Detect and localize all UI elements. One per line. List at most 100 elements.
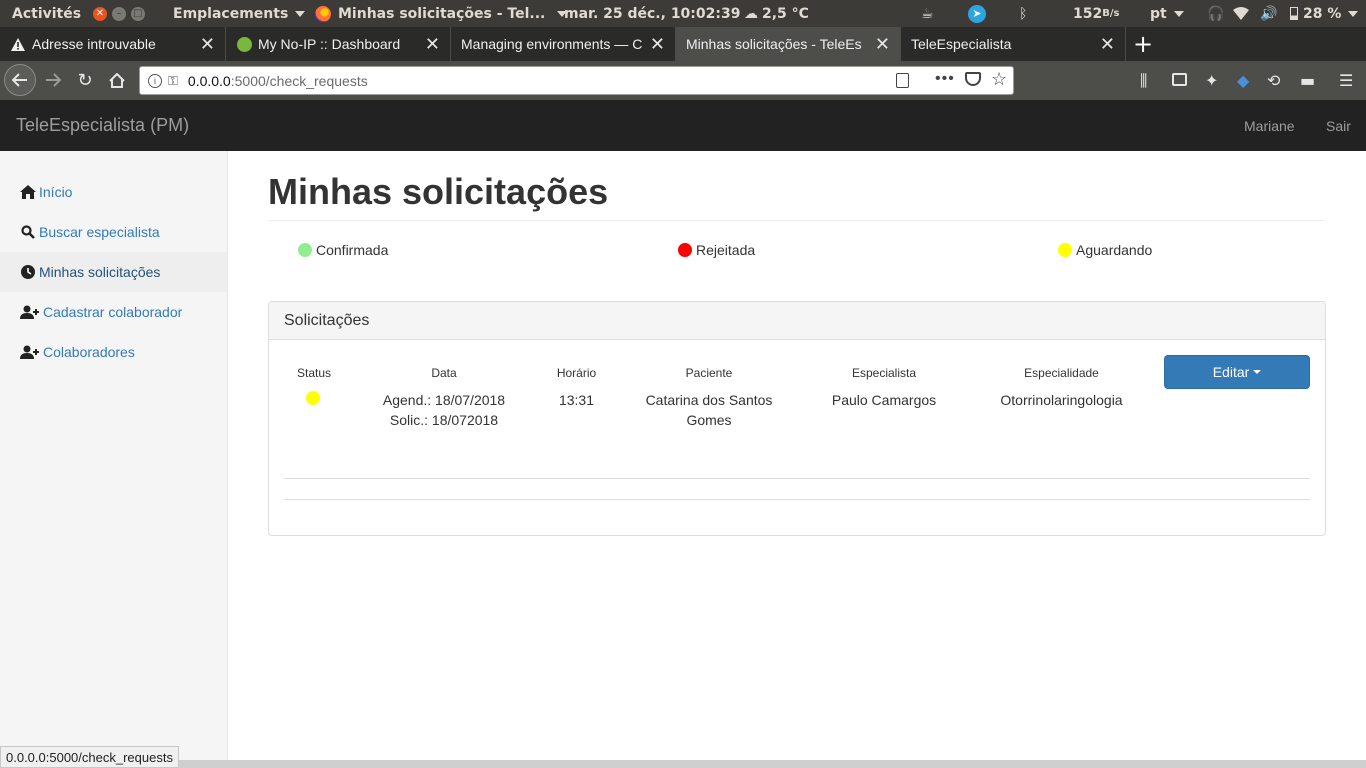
brand-link[interactable]: TeleEspecialista (PM) (16, 100, 189, 151)
sidebar-item-cadastrar-colaborador[interactable]: Cadastrar colaborador (0, 292, 227, 332)
new-tab-icon[interactable]: + (1126, 27, 1160, 61)
page-actions-icon[interactable]: ••• (935, 70, 955, 88)
legend-label: Rejeitada (696, 242, 756, 258)
bookmark-star-icon[interactable]: ☆ (991, 69, 1007, 90)
sidebar-item-colaboradores[interactable]: Colaboradores (0, 332, 227, 372)
patient-name: Catarina dos Santos Gomes (629, 390, 789, 430)
info-icon[interactable]: i (148, 73, 162, 88)
extension-shield-icon[interactable]: ◆ (1237, 71, 1249, 90)
tab-teleespecialista[interactable]: TeleEspecialista ✕ (901, 27, 1126, 61)
screenshot-icon[interactable]: ▬ (1300, 71, 1315, 90)
back-arrow-icon[interactable] (4, 64, 36, 96)
url-bar[interactable]: i ⚿ 0.0.0.0:5000/check_requests ••• ☆ (139, 66, 1014, 95)
telegram-icon[interactable]: ➤ (968, 0, 986, 27)
clock[interactable]: mar. 25 déc., 10:02:39 (564, 0, 740, 27)
tab-managing-environments[interactable]: Managing environments — C ✕ (451, 27, 676, 61)
weather-indicator[interactable]: ☁ 2,5 °C (744, 0, 809, 27)
coffee-icon[interactable]: ☕ (921, 0, 934, 27)
logout-link[interactable]: Sair (1326, 100, 1351, 151)
edit-button-label: Editar (1212, 364, 1250, 380)
patient-name-line2: Gomes (686, 412, 732, 428)
close-icon[interactable]: ✕ (425, 34, 440, 55)
reload-icon[interactable]: ↻ (70, 65, 100, 95)
tab-label: TeleEspecialista (911, 36, 1012, 52)
scheduled-date: Agend.: 18/07/2018 (382, 392, 506, 408)
battery-percent: 28 % (1303, 5, 1342, 22)
column-header-status: Status (296, 366, 332, 380)
table-divider (284, 478, 1310, 479)
window-close-icon[interactable]: ✕ (93, 6, 107, 21)
url-text[interactable]: 0.0.0.0:5000/check_requests (188, 73, 368, 89)
sidebar-item-inicio[interactable]: Início (0, 172, 227, 212)
requests-panel: Solicitações Status Data Horário Pacient… (268, 301, 1326, 536)
history-icon[interactable]: ⟲ (1267, 71, 1280, 90)
library-icon[interactable]: ⫼ (1140, 71, 1147, 91)
reader-view-icon[interactable] (896, 73, 909, 88)
sidebar-toggle-icon[interactable] (1172, 71, 1187, 90)
tab-label: Adresse introuvable (32, 36, 156, 52)
column-header-data: Data (431, 366, 457, 380)
wifi-icon[interactable] (1233, 0, 1249, 27)
requested-date: Solic.: 18/072018 (389, 412, 499, 428)
close-icon[interactable]: ✕ (875, 34, 890, 55)
legend-confirmada: Confirmada (298, 242, 388, 258)
url-path: :5000/check_requests (230, 72, 368, 89)
user-link[interactable]: Mariane (1244, 100, 1295, 151)
tab-noip-dashboard[interactable]: My No-IP :: Dashboard ✕ (226, 27, 451, 61)
app-menu[interactable]: Minhas solicitações - Tel... (315, 0, 568, 27)
key-icon[interactable]: ⚿ (168, 73, 178, 89)
pocket-icon[interactable] (965, 72, 981, 86)
page-title: Minhas solicitações (268, 171, 609, 212)
legend-label: Confirmada (316, 242, 389, 258)
tab-label: My No-IP :: Dashboard (258, 36, 401, 52)
tab-label: Managing environments — C (461, 36, 642, 52)
forward-arrow-icon[interactable] (38, 65, 68, 95)
horizontal-scrollbar[interactable] (0, 760, 1366, 768)
navigation-toolbar: ↻ i ⚿ 0.0.0.0:5000/check_requests ••• ☆ … (0, 61, 1366, 100)
sidebar-item-buscar-especialista[interactable]: Buscar especialista (0, 212, 227, 252)
panel-title: Solicitações (269, 302, 1325, 340)
title-divider (268, 220, 1326, 221)
close-icon[interactable]: ✕ (650, 34, 665, 55)
status-dot-yellow (1058, 243, 1072, 257)
edit-dropdown-button[interactable]: Editar (1164, 355, 1310, 389)
chevron-down-icon (295, 10, 306, 17)
specialty-name: Otorrinolaringologia (1000, 392, 1123, 408)
home-icon (20, 184, 36, 200)
cloud-icon: ☁ (744, 5, 758, 22)
extension-icon[interactable]: ✦ (1205, 71, 1218, 90)
sidebar-item-label: Início (39, 184, 73, 200)
net-speed-unit: B/s (1102, 8, 1120, 19)
volume-icon[interactable]: 🔊 (1260, 0, 1277, 27)
window-minimize-icon[interactable]: – (112, 6, 126, 21)
tab-adresse-introuvable[interactable]: Adresse introuvable ✕ (0, 27, 226, 61)
close-icon[interactable]: ✕ (1100, 34, 1115, 55)
sidebar-item-minhas-solicitacoes[interactable]: Minhas solicitações (0, 252, 227, 292)
close-icon[interactable]: ✕ (200, 34, 215, 55)
tab-bar: Adresse introuvable ✕ My No-IP :: Dashbo… (0, 27, 1366, 61)
sidebar-item-label: Minhas solicitações (39, 264, 161, 280)
bluetooth-icon[interactable]: ᛒ (1019, 0, 1027, 27)
search-icon (20, 224, 36, 240)
specialist-name: Paulo Camargos (831, 392, 937, 408)
sidebar-item-label: Buscar especialista (39, 224, 160, 240)
tab-minhas-solicitacoes[interactable]: Minhas solicitações - TeleEs ✕ (676, 27, 901, 61)
battery-indicator[interactable]: 28 % (1290, 0, 1359, 27)
home-icon[interactable] (102, 65, 132, 95)
app-navbar: TeleEspecialista (PM) Mariane Sair (0, 100, 1366, 151)
status-dot-yellow (306, 391, 320, 405)
clock-icon (20, 264, 36, 280)
headphones-icon[interactable]: 🎧 (1207, 0, 1224, 27)
activities-button[interactable]: Activités (12, 0, 81, 27)
add-user-icon (20, 344, 40, 360)
window-maximize-icon[interactable]: □ (131, 6, 145, 21)
column-header-especialista: Especialista (851, 366, 917, 380)
places-menu[interactable]: Emplacements (173, 0, 306, 27)
hamburger-menu-icon[interactable]: ☰ (1339, 71, 1353, 90)
sidebar-item-label: Cadastrar colaborador (43, 304, 183, 320)
warning-icon (10, 36, 26, 52)
legend-label: Aguardando (1076, 242, 1153, 258)
language-menu[interactable]: pt (1150, 0, 1184, 27)
add-user-icon (20, 304, 40, 320)
places-label: Emplacements (173, 5, 289, 22)
